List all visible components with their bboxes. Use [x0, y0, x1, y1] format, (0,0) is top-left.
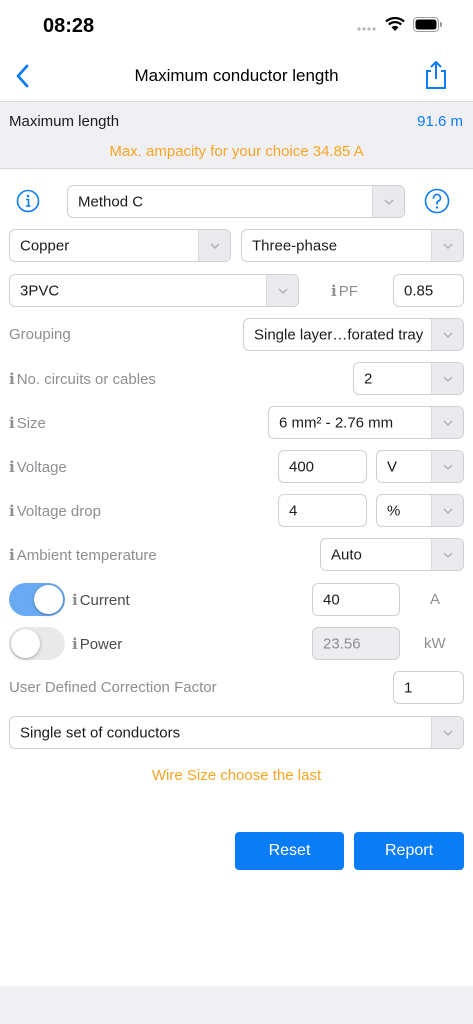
wire-size-hint: Wire Size choose the last — [151, 767, 322, 784]
power-value: 23.56 — [323, 635, 361, 652]
status-time: 08:28 — [43, 15, 95, 37]
info-i-icon[interactable]: i — [331, 282, 337, 300]
size-label-wrap: i Size — [9, 414, 46, 432]
chevron-down-icon — [372, 186, 404, 217]
current-unit: A — [430, 591, 441, 608]
reset-button[interactable]: Reset — [235, 832, 344, 870]
signal-icon — [357, 26, 376, 31]
grouping-label: Grouping — [9, 326, 71, 343]
chevron-down-icon — [431, 451, 463, 482]
correction-label: User Defined Correction Factor — [9, 679, 217, 696]
toggle-knob — [34, 585, 63, 614]
ampacity-warning: Max. ampacity for your choice 34.85 A — [109, 143, 364, 160]
chevron-down-icon — [431, 717, 463, 748]
wifi-icon — [385, 17, 405, 31]
chevron-down-icon — [431, 363, 463, 394]
circuits-label: No. circuits or cables — [16, 371, 156, 388]
result-summary: Maximum length 91.6 m Max. ampacity for … — [0, 101, 473, 169]
phase-value: Three-phase — [252, 237, 338, 254]
pf-value: 0.85 — [404, 282, 434, 299]
chevron-down-icon — [431, 539, 463, 570]
conductor-set-value: Single set of conductors — [20, 724, 181, 741]
grouping-select[interactable]: Single layer…forated tray — [243, 318, 464, 351]
circuits-select[interactable]: 2 — [353, 362, 464, 395]
chevron-down-icon — [431, 319, 463, 350]
info-i-icon[interactable]: i — [9, 546, 15, 564]
info-i-icon[interactable]: i — [9, 370, 15, 388]
voltage-drop-unit: % — [387, 502, 401, 519]
ambient-label-wrap: i Ambient temperature — [9, 546, 157, 564]
voltage-drop-unit-select[interactable]: % — [376, 494, 464, 527]
power-toggle[interactable] — [9, 627, 65, 660]
max-length-value: 91.6 m — [417, 113, 463, 130]
current-value: 40 — [323, 591, 340, 608]
chevron-down-icon — [431, 407, 463, 438]
share-icon[interactable] — [423, 60, 449, 90]
phase-select[interactable]: Three-phase — [241, 229, 464, 262]
voltage-unit: V — [387, 458, 398, 475]
power-unit: kW — [424, 635, 446, 652]
navigation-bar: Maximum conductor length — [0, 52, 473, 100]
correction-input[interactable]: 1 — [393, 671, 464, 704]
ambient-label: Ambient temperature — [16, 547, 157, 564]
grouping-value: Single layer…forated tray — [254, 326, 424, 343]
current-input[interactable]: 40 — [312, 583, 400, 616]
current-toggle[interactable] — [9, 583, 65, 616]
voltage-value: 400 — [289, 458, 315, 475]
voltage-unit-select[interactable]: V — [376, 450, 464, 483]
voltage-label: Voltage — [16, 459, 67, 476]
size-label: Size — [16, 415, 46, 432]
max-length-label: Maximum length — [9, 113, 120, 130]
power-input: 23.56 — [312, 627, 400, 660]
voltage-drop-input[interactable]: 4 — [278, 494, 367, 527]
toggle-knob — [11, 629, 40, 658]
pf-label: PF — [338, 283, 358, 300]
method-select[interactable]: Method C — [67, 185, 405, 218]
pf-label-wrap: i PF — [331, 282, 358, 300]
pf-input[interactable]: 0.85 — [393, 274, 464, 307]
power-label: Power — [79, 636, 123, 653]
voltage-drop-label: Voltage drop — [16, 503, 101, 520]
chevron-down-icon — [198, 230, 230, 261]
page-title: Maximum conductor length — [134, 66, 339, 85]
chevron-down-icon — [431, 230, 463, 261]
current-label-wrap: i Current — [72, 591, 130, 609]
info-i-icon[interactable]: i — [9, 414, 15, 432]
insulation-value: 3PVC — [20, 282, 60, 299]
material-select[interactable]: Copper — [9, 229, 231, 262]
power-label-wrap: i Power — [72, 635, 122, 653]
ambient-value: Auto — [331, 546, 362, 563]
current-label: Current — [79, 592, 130, 609]
voltage-drop-value: 4 — [289, 502, 298, 519]
info-i-icon[interactable]: i — [72, 635, 78, 653]
info-icon[interactable] — [16, 189, 40, 213]
correction-value: 1 — [404, 679, 413, 696]
method-value: Method C — [78, 193, 144, 210]
insulation-select[interactable]: 3PVC — [9, 274, 299, 307]
help-icon[interactable] — [424, 188, 450, 214]
voltage-drop-label-wrap: i Voltage drop — [9, 502, 101, 520]
voltage-input[interactable]: 400 — [278, 450, 367, 483]
info-i-icon[interactable]: i — [9, 502, 15, 520]
voltage-label-wrap: i Voltage — [9, 458, 67, 476]
chevron-down-icon — [431, 495, 463, 526]
bottom-strip — [0, 986, 473, 1024]
chevron-down-icon — [266, 275, 298, 306]
conductor-set-select[interactable]: Single set of conductors — [9, 716, 464, 749]
ambient-select[interactable]: Auto — [320, 538, 464, 571]
size-select[interactable]: 6 mm² - 2.76 mm — [268, 406, 464, 439]
status-bar: 08:28 — [0, 0, 473, 52]
size-value: 6 mm² - 2.76 mm — [279, 414, 394, 431]
battery-icon — [413, 17, 442, 32]
report-button[interactable]: Report — [354, 832, 464, 870]
info-i-icon[interactable]: i — [72, 591, 78, 609]
circuits-label-wrap: i No. circuits or cables — [9, 370, 156, 388]
circuits-value: 2 — [364, 370, 373, 387]
status-icons — [357, 17, 443, 32]
info-i-icon[interactable]: i — [9, 458, 15, 476]
material-value: Copper — [20, 237, 70, 254]
